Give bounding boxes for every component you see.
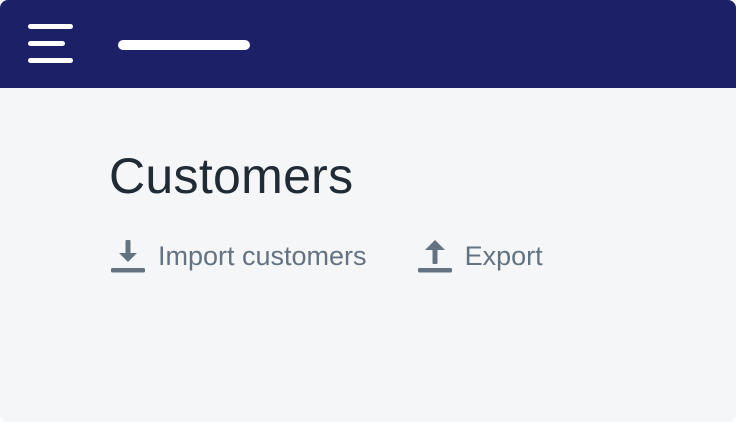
page-title: Customers [109, 148, 354, 204]
hamburger-line [28, 24, 73, 29]
topbar-title-placeholder [118, 40, 250, 50]
upload-icon [417, 240, 452, 273]
top-bar [0, 0, 736, 88]
app-window: Customers Import customers Export [0, 0, 736, 422]
hamburger-menu-icon[interactable] [28, 24, 74, 64]
hamburger-line [28, 41, 65, 46]
export-button[interactable]: Export [417, 236, 543, 276]
hamburger-line [28, 58, 73, 63]
import-customers-button[interactable]: Import customers [110, 236, 367, 276]
download-icon [111, 240, 145, 273]
import-customers-label: Import customers [158, 241, 367, 271]
page-actions: Import customers Export [110, 236, 543, 276]
export-label: Export [464, 241, 543, 271]
